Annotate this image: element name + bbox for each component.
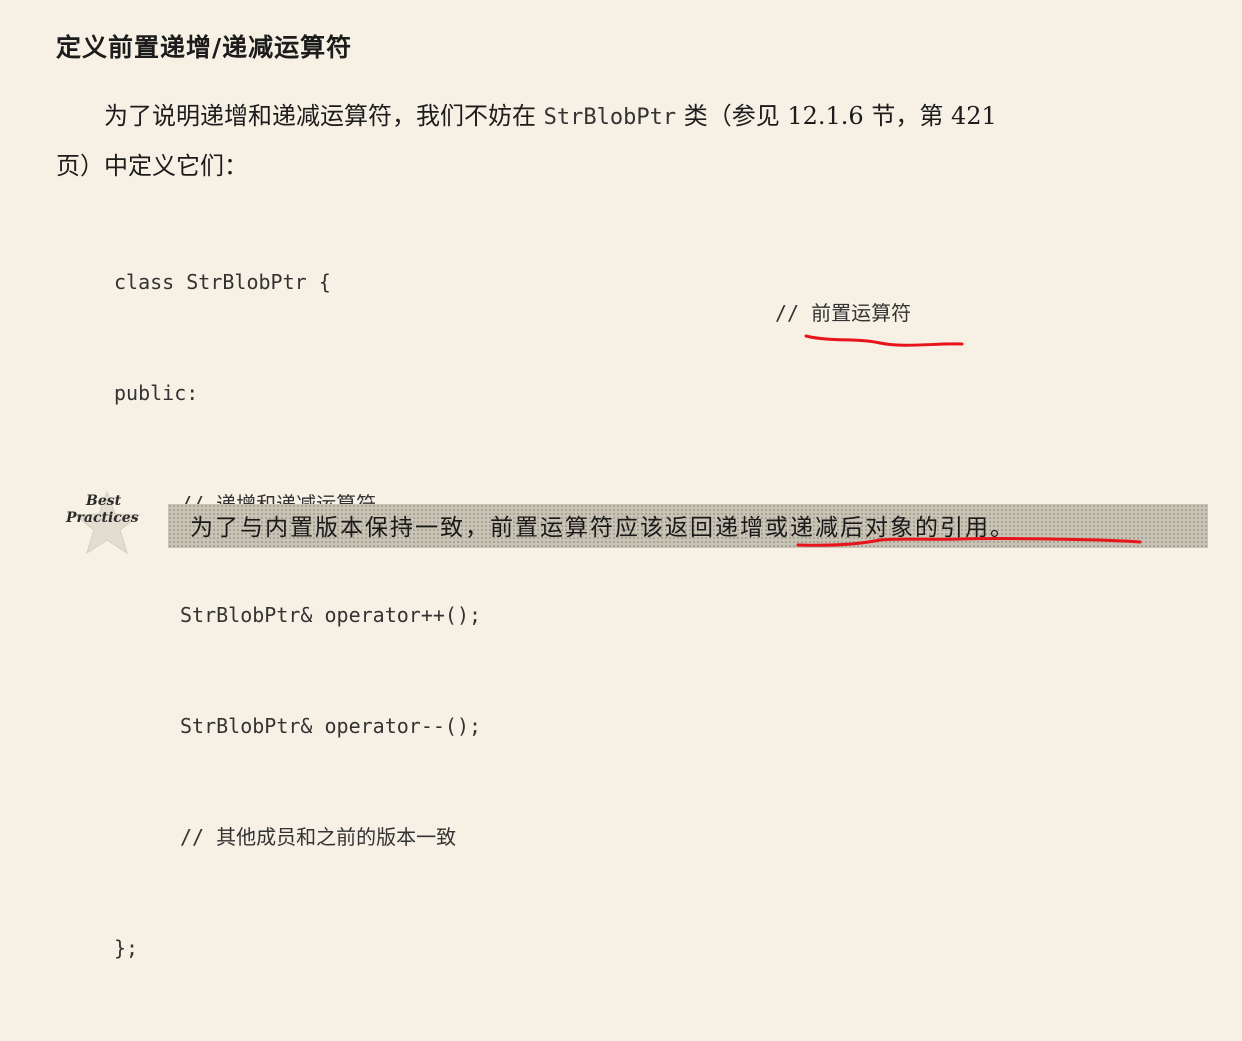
section-heading: 定义前置递增/递减运算符: [56, 33, 353, 62]
best-practices-label-practices: Practices: [66, 510, 139, 526]
class-name-code: StrBlobPtr: [543, 105, 677, 130]
paragraph-text-start: 为了说明递增和递减运算符，我们不妨在: [104, 102, 544, 130]
best-practices-label-best: Best: [86, 493, 122, 509]
code-line-comment-other-members: // 其他成员和之前的版本一致: [180, 825, 457, 849]
code-comment-prefix-operator: // 前置运算符: [775, 301, 912, 325]
red-underline-prefix-operator-comment: [804, 334, 964, 347]
paragraph-text-end: 类（参见 12.1.6 节，第 421: [676, 102, 997, 130]
code-block: class StrBlobPtr { public: // 递增和递减运算符 S…: [114, 190, 481, 1041]
paragraph-line-2: 页）中定义它们：: [56, 152, 248, 180]
code-line-public: public:: [114, 381, 199, 405]
best-practices-logo: Best Practices: [56, 488, 156, 558]
code-line-close-brace: };: [114, 936, 139, 960]
code-line-prefix-increment: StrBlobPtr& operator++();: [180, 603, 482, 627]
code-line-class-decl: class StrBlobPtr {: [114, 270, 331, 294]
code-line-prefix-decrement: StrBlobPtr& operator--();: [180, 714, 482, 738]
paragraph-line-1: 为了说明递增和递减运算符，我们不妨在 StrBlobPtr 类（参见 12.1.…: [56, 92, 1196, 142]
intro-paragraph: 为了说明递增和递减运算符，我们不妨在 StrBlobPtr 类（参见 12.1.…: [56, 92, 1196, 190]
best-practices-text: 为了与内置版本保持一致，前置运算符应该返回递增或递减后对象的引用。: [190, 515, 1015, 541]
book-page: 定义前置递增/递减运算符 为了说明递增和递减运算符，我们不妨在 StrBlobP…: [0, 0, 1242, 960]
